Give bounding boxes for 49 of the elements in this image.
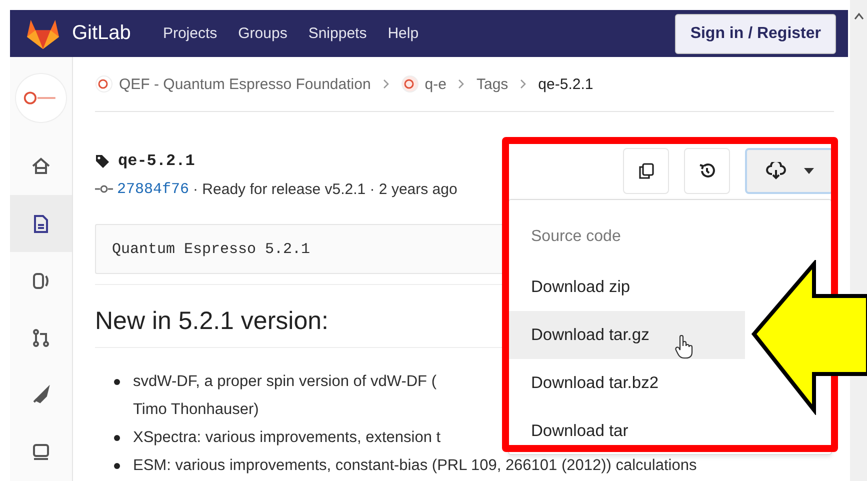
list-item-text: Timo Thonhauser) <box>133 401 259 418</box>
history-button[interactable] <box>684 148 730 194</box>
commit-details: · Ready for release v5.2.1 · 2 years ago <box>193 180 458 198</box>
list-item-text: ESM: various improvements, constant-bias (PRL 109, 266101 (2012)) calculations <box>133 457 697 474</box>
sidebar-item[interactable] <box>10 194 72 252</box>
menu-item[interactable]: Download tar <box>509 407 650 455</box>
release-message: Quantum Espresso 5.2.1 <box>112 240 310 258</box>
nav-link[interactable]: Help <box>388 25 419 42</box>
chevron-icon <box>458 79 464 89</box>
scroll-up-icon[interactable] <box>854 12 864 20</box>
document-icon <box>31 214 51 234</box>
project-logo-icon <box>95 75 113 93</box>
tag-name: qe-5.2.1 <box>118 152 195 170</box>
hand-cursor-icon <box>675 335 693 359</box>
nav-link[interactable]: Snippets <box>308 25 367 42</box>
bullet-icon <box>114 463 120 469</box>
nav-link[interactable]: Projects <box>162 25 218 42</box>
fox-logo-icon[interactable] <box>26 18 60 50</box>
issues-icon <box>31 270 51 291</box>
chevron-icon <box>382 79 389 89</box>
menu-header: Source code <box>531 228 621 245</box>
monitor-icon <box>31 442 51 462</box>
project-logo-icon <box>400 75 419 93</box>
caret-icon <box>804 168 814 174</box>
tag-icon <box>95 154 110 168</box>
copy-button[interactable] <box>623 148 669 194</box>
chevron-icon <box>520 79 526 89</box>
bullet-icon <box>114 379 120 385</box>
bullet-icon <box>114 435 120 441</box>
merge-request-icon <box>31 328 51 348</box>
breadcrumb-link[interactable]: qe-5.2.1 <box>538 76 594 92</box>
list-item-text: svdW-DF, a proper spin version of vdW-DF ( <box>133 373 436 390</box>
cloud-download-icon <box>766 162 786 180</box>
history-icon <box>698 162 716 180</box>
home-icon <box>31 156 51 176</box>
nav-link[interactable]: Groups <box>238 25 288 42</box>
brand-link[interactable]: GitLab <box>72 22 131 45</box>
list-item-text: XSpectra: various improvements, extension t <box>133 429 441 446</box>
commit-link[interactable]: 27884f76 <box>117 180 190 198</box>
copy-icon <box>637 162 655 180</box>
download-button[interactable] <box>745 148 834 194</box>
breadcrumb-link[interactable]: QEF - Quantum Espresso Foundation <box>119 76 371 92</box>
menu-item[interactable]: Download tar.gz <box>509 311 745 359</box>
sign-in-button[interactable]: Sign in / Register <box>675 14 836 54</box>
breadcrumb-link[interactable]: Tags <box>476 76 508 92</box>
breadcrumb-link[interactable]: q-e <box>424 76 446 92</box>
commit-icon <box>95 185 113 193</box>
menu-item[interactable]: Download tar.bz2 <box>509 359 680 407</box>
project-avatar[interactable] <box>15 73 67 123</box>
